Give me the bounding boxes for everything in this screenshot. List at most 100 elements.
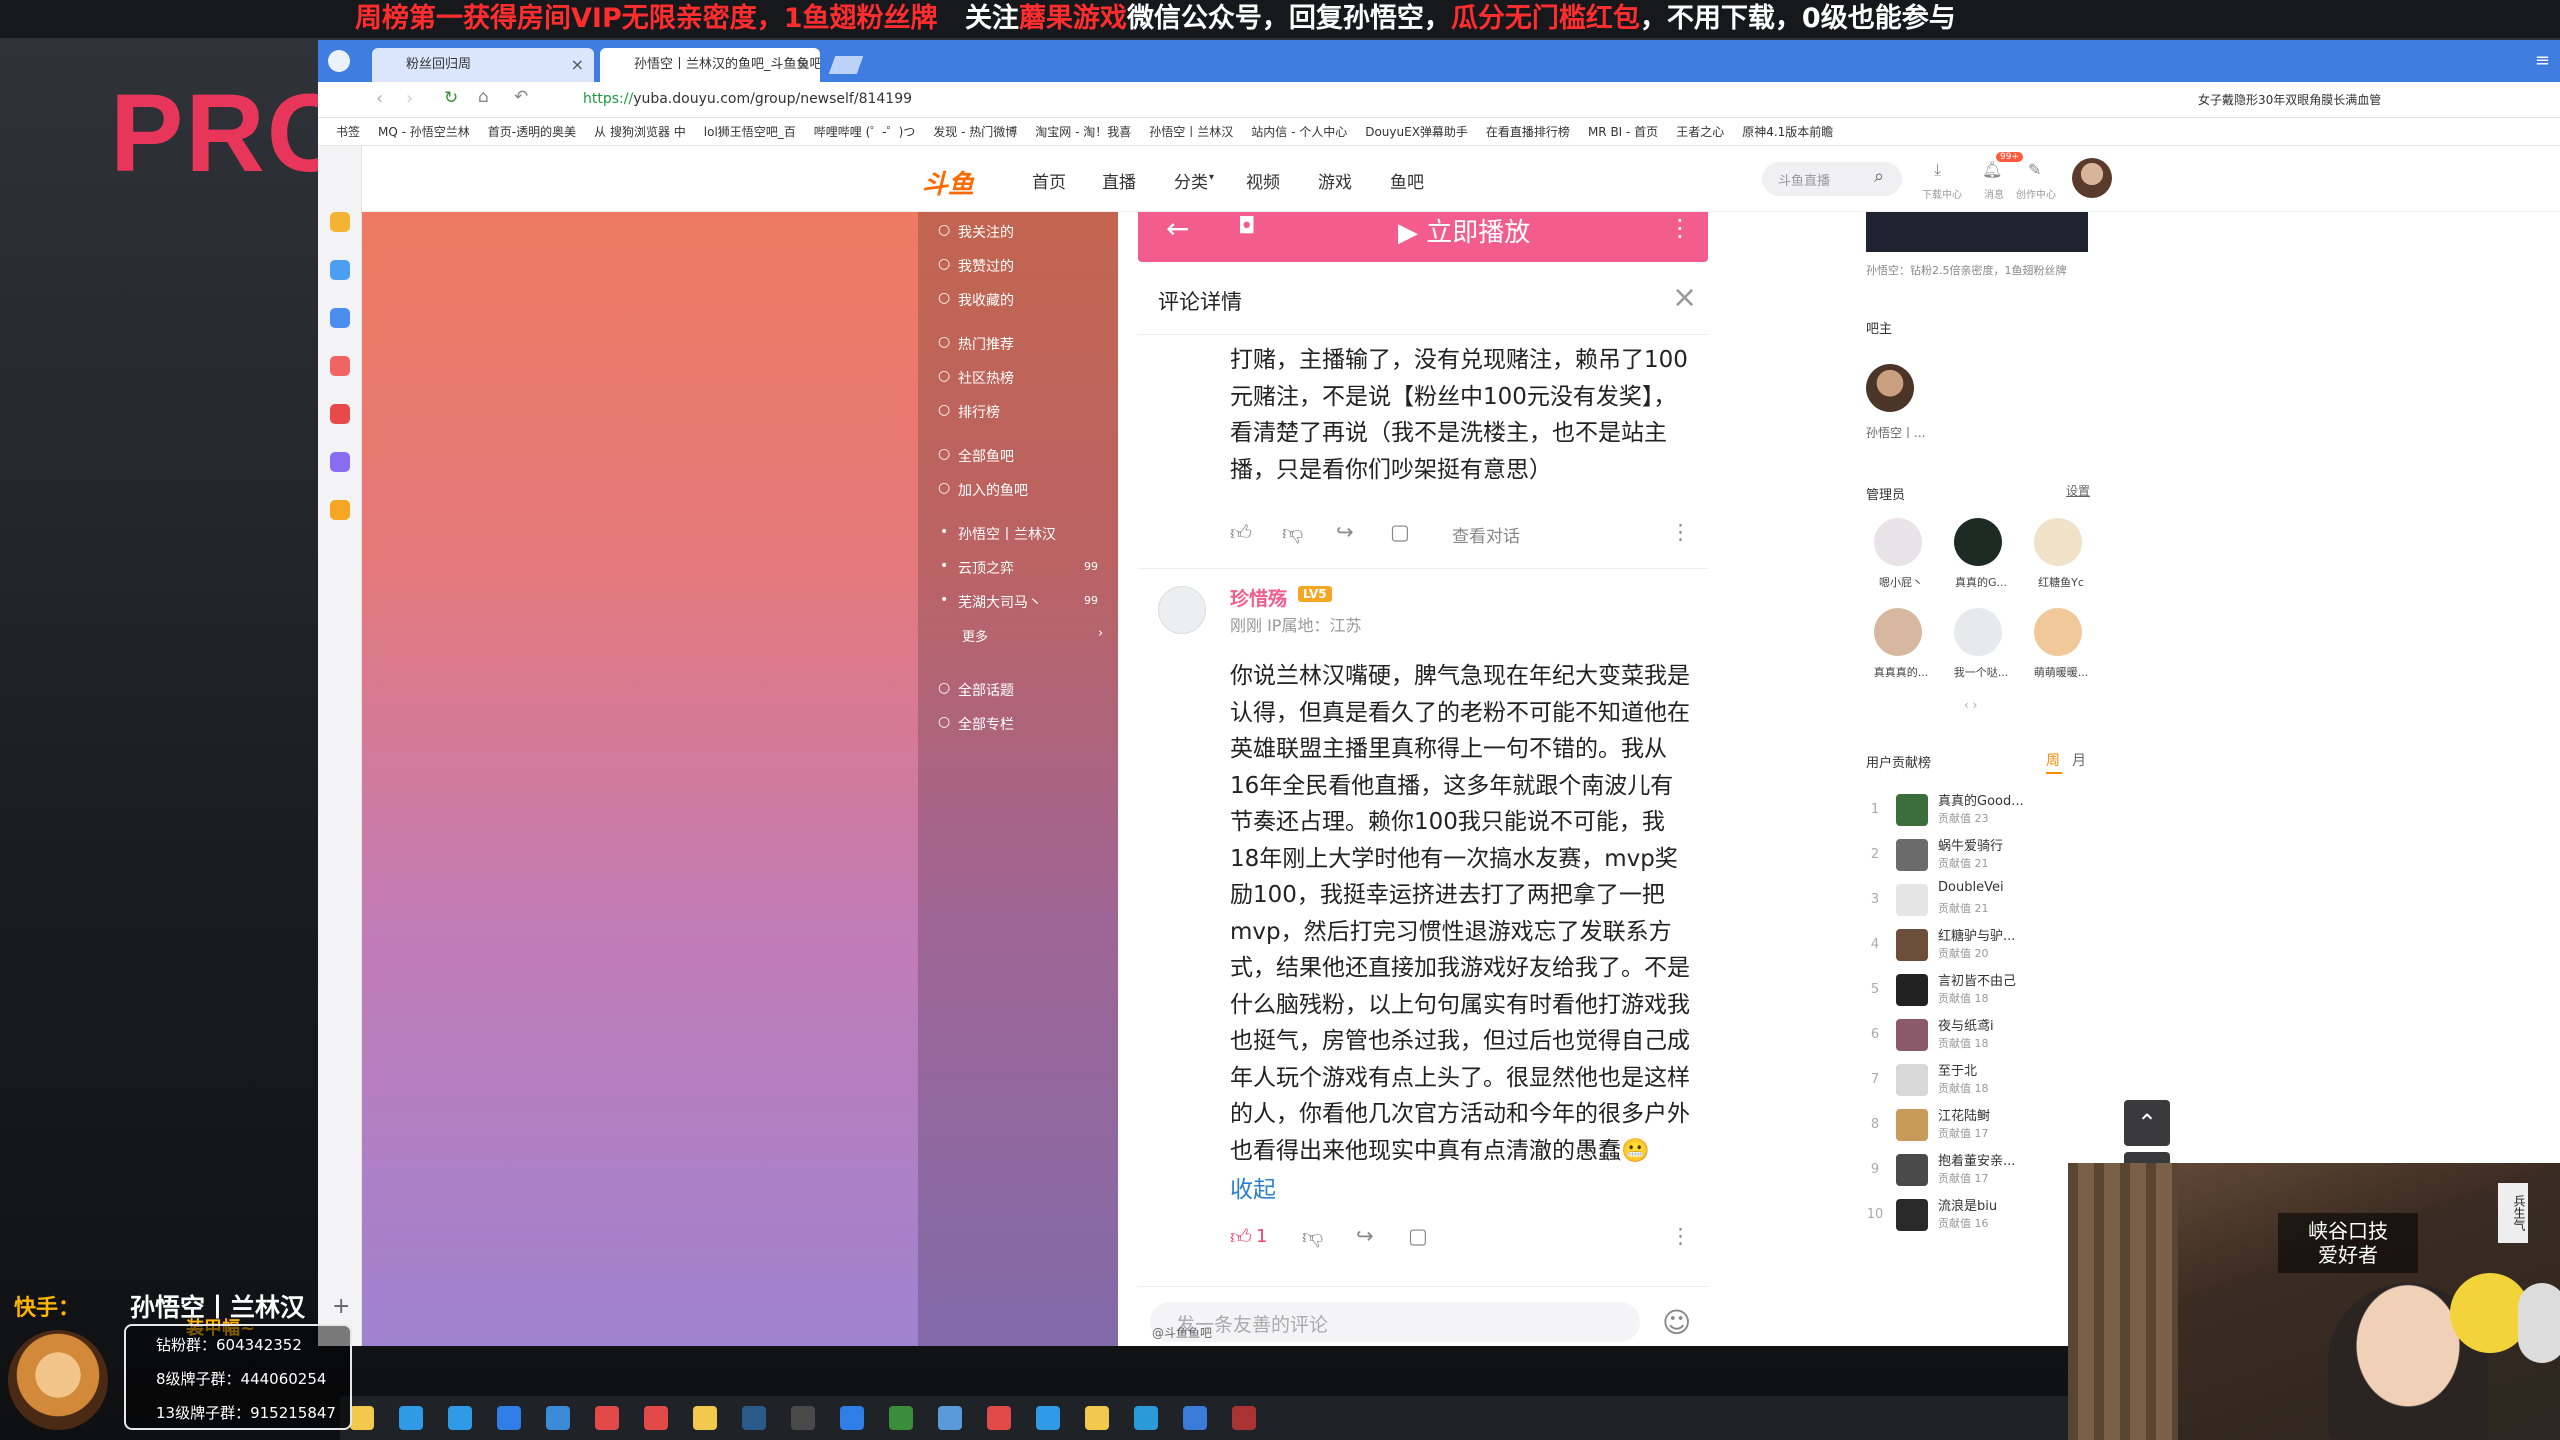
camera-icon[interactable]: ◘	[1238, 214, 1255, 239]
sidebar-pdf-icon[interactable]	[330, 404, 350, 424]
contrib-avatar[interactable]	[1896, 884, 1928, 916]
bookmark-item[interactable]: 哔哩哔哩 (゜-゜)つ	[814, 118, 916, 145]
comment-icon[interactable]: ▢	[1390, 520, 1410, 544]
sidebar-item[interactable]: 热门推荐	[958, 334, 1014, 354]
contrib-avatar[interactable]	[1896, 929, 1928, 961]
like-icon[interactable]: 👍︎	[1230, 1224, 1252, 1250]
admin-avatar[interactable]	[1874, 608, 1922, 656]
bookmark-item[interactable]: 孙悟空丨兰林汉	[1149, 118, 1233, 145]
admin-avatar[interactable]	[2034, 608, 2082, 656]
contrib-avatar[interactable]	[1896, 1019, 1928, 1051]
bookmark-item[interactable]: MQ - 孙悟空兰林	[378, 118, 470, 145]
admin-name[interactable]: 嗯小屁丶	[1866, 574, 1936, 590]
bazhu-name[interactable]: 孙悟空丨...	[1866, 424, 1925, 441]
nav-home[interactable]: 首页	[1032, 168, 1066, 193]
more-vertical-icon[interactable]: ⋮	[1670, 520, 1691, 544]
bookmark-item[interactable]: 站内信 - 个人中心	[1251, 118, 1347, 145]
sidebar-item[interactable]: 社区热榜	[958, 368, 1014, 388]
bookmark-item[interactable]: lol狮王悟空吧_百	[704, 118, 796, 145]
bookmark-item[interactable]: 首页-透明的奥美	[488, 118, 576, 145]
share-icon[interactable]: ↪	[1356, 1224, 1374, 1248]
contrib-name[interactable]: 流浪是biu	[1938, 1195, 1997, 1214]
taskbar-app-icon[interactable]	[497, 1406, 521, 1430]
sidebar-item[interactable]: 排行榜	[958, 402, 1000, 422]
admin-name[interactable]: 我一个哒...	[1946, 664, 2016, 680]
nav-live[interactable]: 直播	[1102, 168, 1136, 193]
search-icon[interactable]: ⌕	[1874, 166, 1884, 187]
nav-game[interactable]: 游戏	[1318, 168, 1352, 193]
sidebar-group-item[interactable]: 孙悟空丨兰林汉	[958, 524, 1056, 544]
comment-icon[interactable]: ▢	[1408, 1224, 1428, 1248]
contrib-avatar[interactable]	[1896, 839, 1928, 871]
taskbar-app-icon[interactable]	[546, 1406, 570, 1430]
contrib-avatar[interactable]	[1896, 794, 1928, 826]
reply-avatar[interactable]	[1158, 586, 1206, 634]
nav-video[interactable]: 视频	[1246, 168, 1280, 193]
taskbar-app-icon[interactable]	[938, 1406, 962, 1430]
stream-thumbnail[interactable]	[1866, 212, 2088, 252]
bookmark-item[interactable]: MR BI - 首页	[1588, 118, 1658, 145]
collapse-link[interactable]: 收起	[1230, 1170, 1276, 1204]
contrib-name[interactable]: 真真的Good...	[1938, 790, 2024, 809]
taskbar-app-icon[interactable]	[987, 1406, 1011, 1430]
contrib-name[interactable]: 红糖驴与驴...	[1938, 925, 2015, 944]
contrib-name[interactable]: 蜗牛爱骑行	[1938, 835, 2003, 854]
back-icon[interactable]: ‹	[376, 88, 383, 109]
taskbar-app-icon[interactable]	[742, 1406, 766, 1430]
bookmark-item[interactable]: 在看直播排行榜	[1486, 118, 1570, 145]
bazhu-avatar[interactable]	[1866, 364, 1914, 412]
nav-yuba[interactable]: 鱼吧	[1390, 168, 1424, 193]
bookmark-item[interactable]: 发现 - 热门微博	[933, 118, 1017, 145]
admin-name[interactable]: 真真真的...	[1866, 664, 1936, 680]
contrib-name[interactable]: DoubleVei	[1938, 880, 2004, 895]
sidebar-item[interactable]: 我赞过的	[958, 256, 1014, 276]
admin-pager-icon[interactable]: ‹ ›	[1964, 698, 1977, 712]
tab-week[interactable]: 周	[2046, 750, 2060, 770]
taskbar-app-icon[interactable]	[1134, 1406, 1158, 1430]
contrib-avatar[interactable]	[1896, 1199, 1928, 1231]
sidebar-mail-icon[interactable]	[330, 356, 350, 376]
back-arrow-icon[interactable]: ←	[1166, 212, 1189, 245]
forward-icon[interactable]: ›	[406, 88, 413, 109]
admin-name[interactable]: 红糖鱼Yc	[2026, 574, 2096, 590]
admin-name[interactable]: 萌萌暖暖...	[2026, 664, 2096, 680]
taskbar-app-icon[interactable]	[791, 1406, 815, 1430]
sidebar-group-item[interactable]: 芜湖大司马丶	[958, 592, 1042, 612]
bookmark-item[interactable]: 从 搜狗浏览器 中	[594, 118, 686, 145]
contrib-avatar[interactable]	[1896, 1154, 1928, 1186]
contrib-name[interactable]: 至于北	[1938, 1060, 1977, 1079]
contrib-name[interactable]: 抱着董安亲...	[1938, 1150, 2015, 1169]
taskbar-app-icon[interactable]	[889, 1406, 913, 1430]
like-icon[interactable]: 👍︎	[1230, 520, 1252, 546]
sidebar-edit-icon[interactable]	[330, 452, 350, 472]
bookmark-item[interactable]: 淘宝网 - 淘！我喜	[1035, 118, 1131, 145]
nav-category[interactable]: 分类	[1174, 168, 1208, 193]
more-vertical-icon[interactable]: ⋮	[1670, 1224, 1691, 1248]
admin-avatar[interactable]	[1874, 518, 1922, 566]
sidebar-item[interactable]: 加入的鱼吧	[958, 480, 1028, 500]
scroll-top-button[interactable]: ⌃	[2124, 1100, 2170, 1146]
sidebar-item[interactable]: 我关注的	[958, 222, 1014, 242]
more-vertical-icon[interactable]: ⋮	[1668, 214, 1692, 242]
share-icon[interactable]: ↪	[1336, 520, 1354, 544]
dislike-icon[interactable]: 👎︎	[1282, 520, 1303, 546]
sidebar-item[interactable]: 我收藏的	[958, 290, 1014, 310]
new-tab-button[interactable]	[828, 56, 864, 74]
close-icon[interactable]: ×	[1672, 280, 1697, 315]
bell-icon[interactable]: 🔔︎	[1982, 160, 2002, 179]
menu-icon[interactable]: ≡	[2535, 50, 2550, 71]
contrib-name[interactable]: 江花陆鲥	[1938, 1105, 1990, 1124]
sidebar-search-icon[interactable]	[330, 500, 350, 520]
admin-name[interactable]: 真真的G...	[1946, 574, 2016, 590]
admin-avatar[interactable]	[2034, 518, 2082, 566]
bookmark-item[interactable]: DouyuEX弹幕助手	[1365, 118, 1468, 145]
taskbar-app-icon[interactable]	[644, 1406, 668, 1430]
sidebar-item[interactable]: 全部专栏	[958, 714, 1014, 734]
sidebar-clock-icon[interactable]	[330, 260, 350, 280]
taskbar-app-icon[interactable]	[1232, 1406, 1256, 1430]
sidebar-more[interactable]: 更多	[962, 626, 988, 645]
contrib-avatar[interactable]	[1896, 974, 1928, 1006]
play-now-button[interactable]: ▶ 立即播放	[1398, 212, 1530, 249]
sidebar-game-icon[interactable]	[330, 308, 350, 328]
tab-fans[interactable]: 粉丝回归周 ×	[372, 48, 594, 82]
